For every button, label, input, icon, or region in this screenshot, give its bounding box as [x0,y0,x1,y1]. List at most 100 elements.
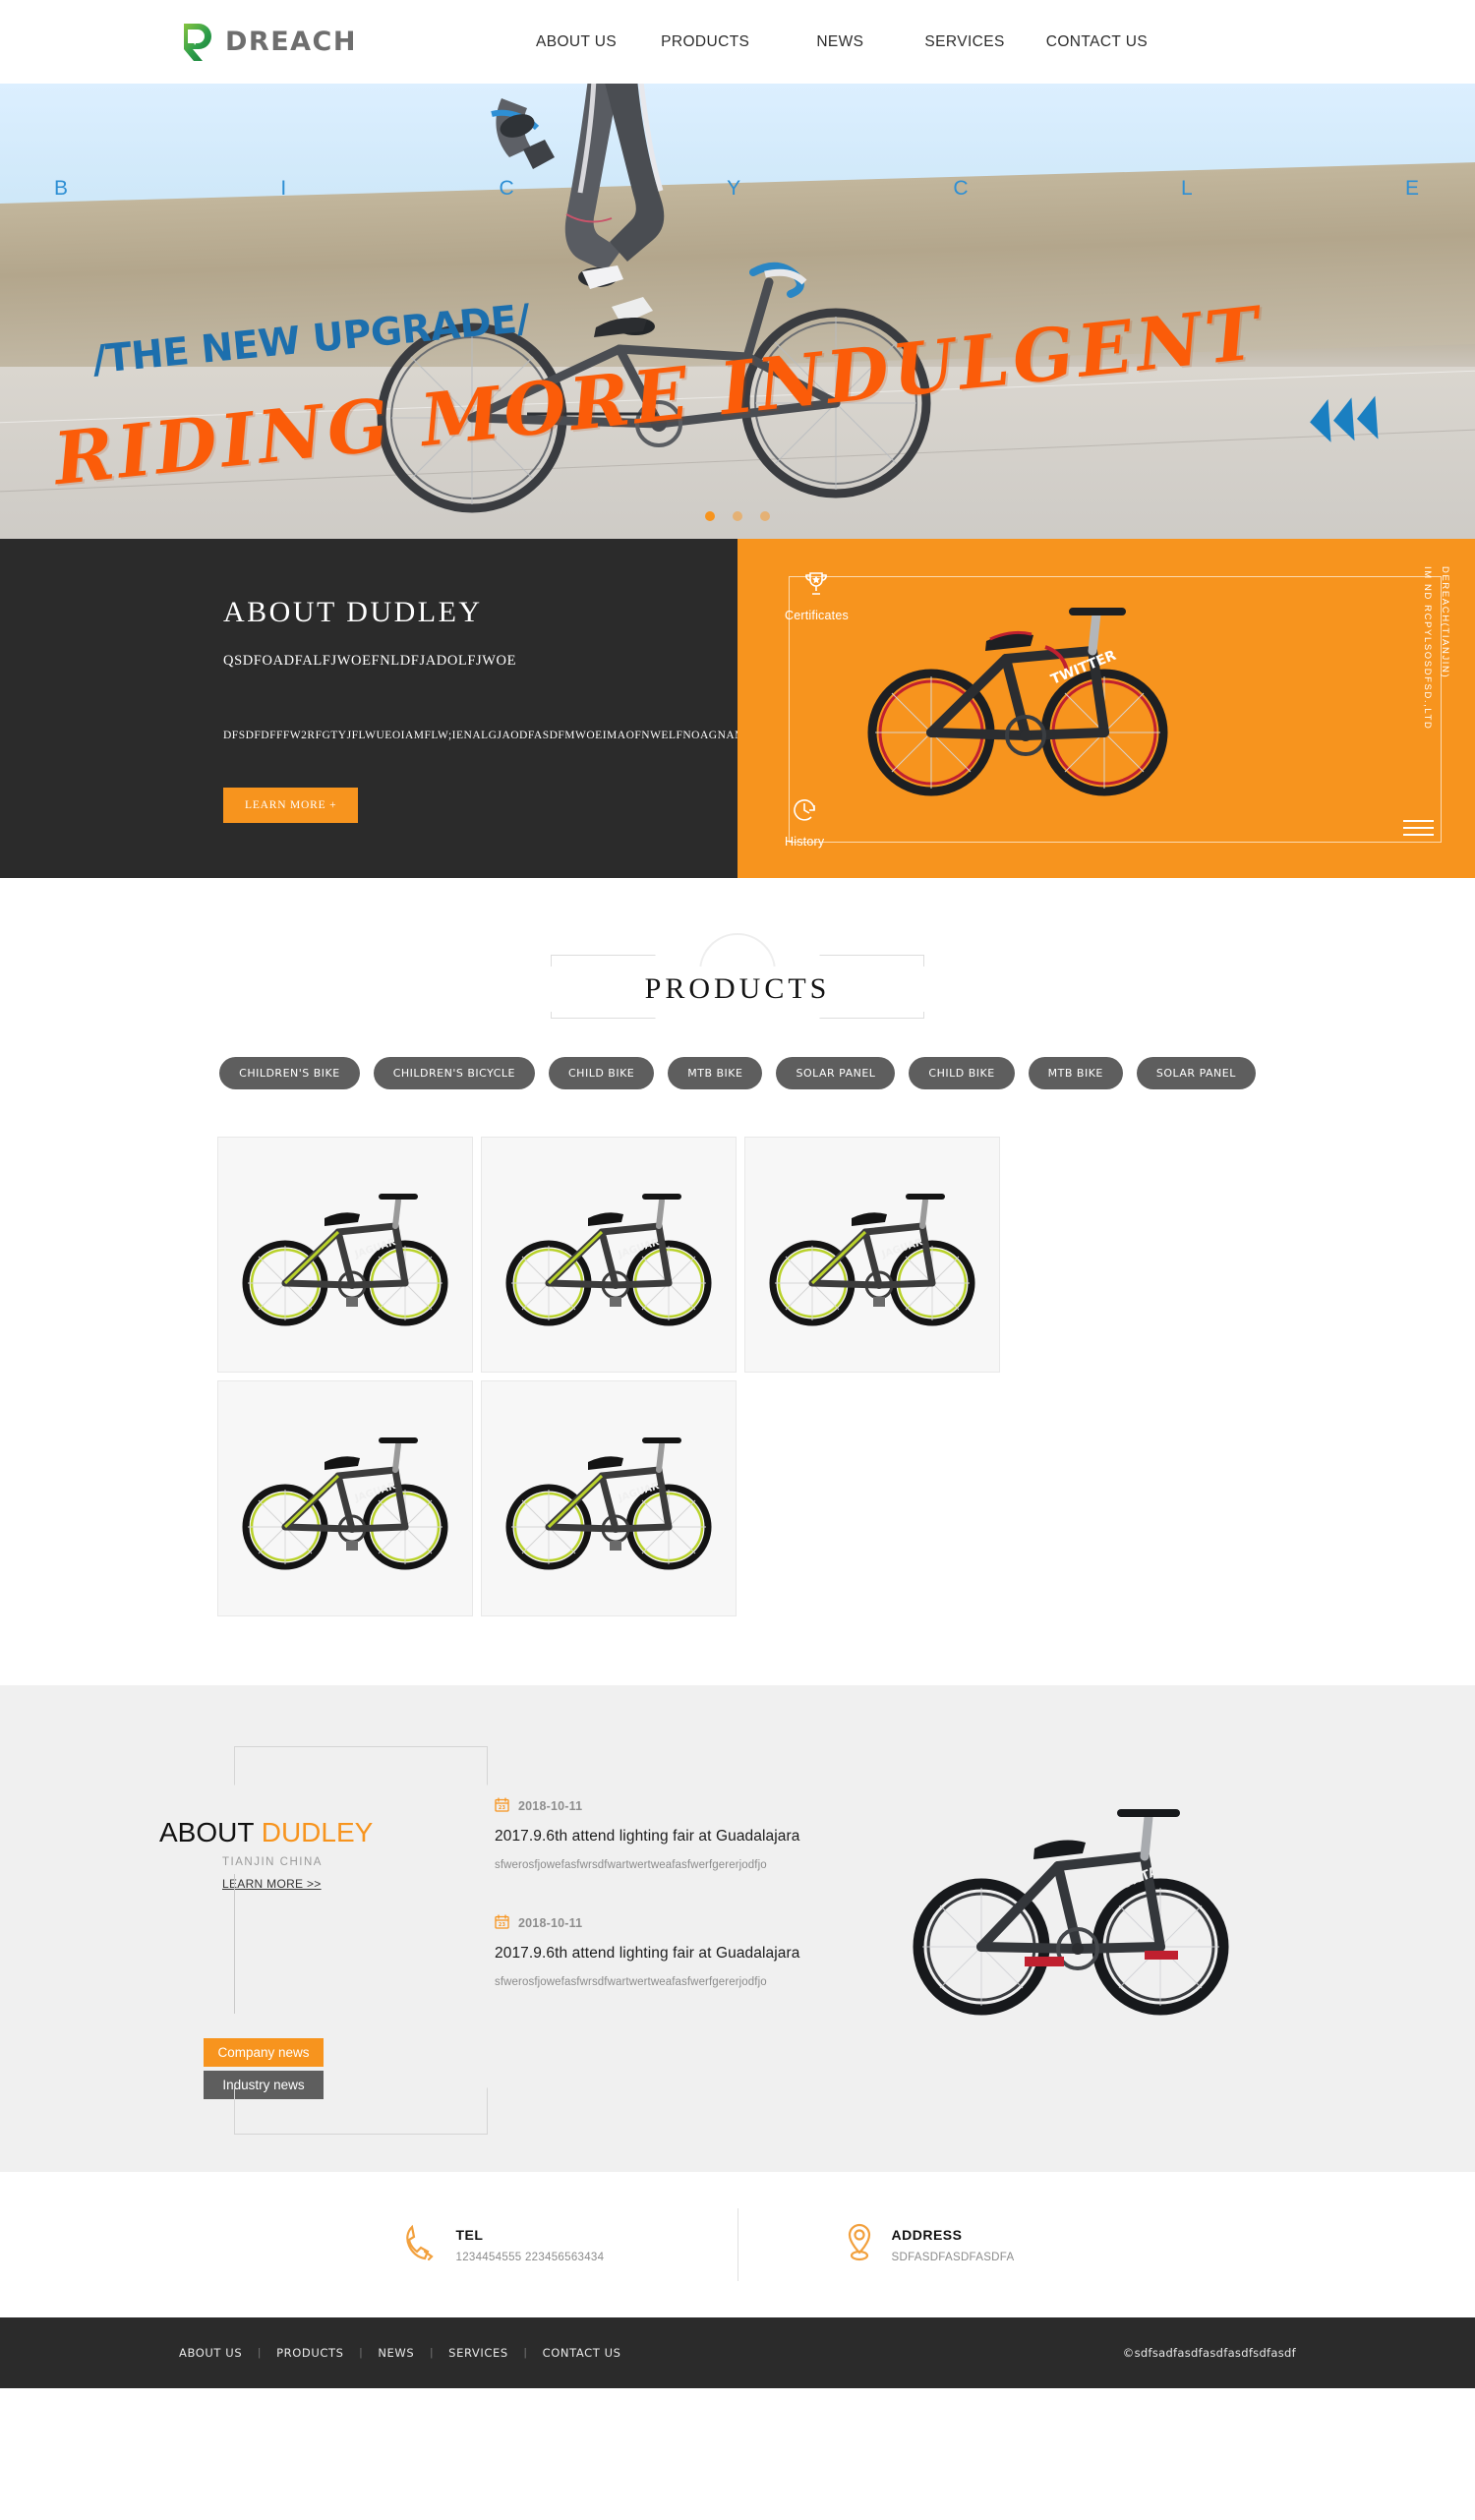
contact-bar: TEL 1234454555 223456563434 ADDRESS SDFA… [0,2172,1475,2317]
site-header: DREACH ABOUT US PRODUCTS NEWS SERVICES C… [0,0,1475,84]
product-card[interactable]: JAGUAR [744,1137,1000,1373]
news-decor-rule [234,1874,235,2014]
footer-nav-products[interactable]: PRODUCTS [276,2346,343,2360]
news-date-text: 2018-10-11 [518,1916,583,1930]
contact-address-label: ADDRESS [891,2226,963,2243]
hero-letter: B [54,177,71,200]
news-image-column: MOUNTAIN [883,1746,1259,2103]
company-vertical-text: DEREACH(TIANJIN) IM ND RCPYLSOSDFSD.,LTD [1418,566,1453,730]
footer-nav-news[interactable]: NEWS [378,2346,414,2360]
news-headline: 2017.9.6th attend lighting fair at Guada… [495,1945,800,1962]
carousel-dots [0,511,1475,521]
footer-separator: | [359,2347,363,2359]
news-list-item[interactable]: 23 2018-10-11 2017.9.6th attend lighting… [495,1797,883,1871]
product-card[interactable]: JAGUAR [217,1137,473,1373]
carousel-dot-2[interactable] [733,511,742,521]
hero-letter: I [280,177,289,200]
about-right-panel: TWITTER Certificates History DEREACH(TIA… [738,539,1475,878]
clock-history-icon [785,796,824,824]
contact-tel-label: TEL [455,2226,484,2243]
location-pin-icon [845,2222,874,2268]
logo-text: DREACH [225,27,357,57]
bicycle-icon: JAGUAR [242,1437,447,1570]
news-section: ABOUT DUDLEY TIANJIN CHINA LEARN MORE >>… [0,1685,1475,2172]
nav-item-services[interactable]: SERVICES [924,28,1004,57]
news-decor-frame [234,1746,488,2135]
category-pill-2[interactable]: CHILDREN'S BICYCLE [373,1057,535,1089]
feature-certificates[interactable]: Certificates [785,570,849,624]
product-category-filters: CHILDREN'S BIKE CHILDREN'S BICYCLE CHILD… [0,1057,1475,1089]
hero-letter: L [1180,177,1195,200]
category-pill-1[interactable]: CHILDREN'S BIKE [219,1057,360,1089]
hero-banner: B I C Y C L E /THE NEW UPGRADE/ RIDING M… [0,84,1475,539]
product-card[interactable]: JAGUAR [217,1380,473,1616]
company-vertical-line-2: IM ND RCPYLSOSDFSD.,LTD [1421,566,1433,731]
carousel-dot-3[interactable] [760,511,770,521]
news-left-column: ABOUT DUDLEY TIANJIN CHINA LEARN MORE >>… [159,1746,488,2135]
product-card[interactable]: JAGUAR [481,1380,737,1616]
news-date-text: 2018-10-11 [518,1799,583,1813]
footer-separator: | [258,2347,262,2359]
news-description: sfwerosfjowefasfwrsdfwartwertweafasfwerf… [495,1976,767,1988]
svg-text:23: 23 [499,1805,506,1811]
logo[interactable]: DREACH [179,22,357,63]
feature-history-label: History [785,835,825,849]
category-pill-8[interactable]: SOLAR PANEL [1136,1057,1256,1089]
category-pill-5[interactable]: SOLAR PANEL [776,1057,896,1089]
calendar-icon: 23 [495,1797,509,1815]
about-section: ABOUT DUDLEY QSDFOADFALFJWOEFNLDFJADOLFJ… [0,539,1475,878]
news-description: sfwerosfjowefasfwrsdfwartwertweafasfwerf… [495,1859,767,1871]
company-vertical-line-1: DEREACH(TIANJIN) [1440,566,1450,679]
feature-certificates-label: Certificates [785,609,849,622]
footer-navigation: ABOUT US | PRODUCTS | NEWS | SERVICES | … [179,2346,621,2360]
main-navigation: ABOUT US PRODUCTS NEWS SERVICES CONTACT … [536,28,1148,57]
about-subtitle: QSDFOADFALFJWOEFNLDFJADOLFJWOE [223,653,517,669]
nav-item-news[interactable]: NEWS [816,28,863,57]
footer-nav-services[interactable]: SERVICES [448,2346,508,2360]
nav-item-products[interactable]: PRODUCTS [661,28,749,57]
calendar-icon: 23 [495,1914,509,1932]
footer-nav-about-us[interactable]: ABOUT US [179,2346,242,2360]
dreach-r-logo-icon [179,22,216,63]
nav-item-contact-us[interactable]: CONTACT US [1046,28,1148,57]
footer-separator: | [430,2347,434,2359]
news-date-row: 23 2018-10-11 [495,1797,883,1815]
news-list: 23 2018-10-11 2017.9.6th attend lighting… [495,1746,883,2103]
bicycle-icon: JAGUAR [505,1194,711,1326]
contact-address-value: SDFASDFASDFASDFA [891,2251,1015,2263]
hamburger-icon[interactable] [1403,820,1434,841]
footer-separator: | [523,2347,527,2359]
footer-nav-contact-us[interactable]: CONTACT US [543,2346,621,2360]
mountain-bike-photo: TWITTER [867,608,1168,796]
svg-text:23: 23 [499,1922,506,1928]
news-list-item[interactable]: 23 2018-10-11 2017.9.6th attend lighting… [495,1914,883,1988]
product-grid: JAGUAR JAGUAR JAGUAR JAGUAR JAGUAR [217,1137,1258,1616]
products-section: PRODUCTS CHILDREN'S BIKE CHILDREN'S BICY… [0,878,1475,1616]
category-pill-7[interactable]: MTB BIKE [1028,1057,1123,1089]
contact-address: ADDRESS SDFASDFASDFASDFA [738,2222,1073,2268]
carousel-dot-1[interactable] [705,511,715,521]
hero-letter: E [1404,177,1421,200]
product-card[interactable]: JAGUAR [481,1137,737,1373]
trophy-icon [785,570,849,598]
mountain-bike-dark-photo: MOUNTAIN [913,1809,1229,2016]
about-left-panel: ABOUT DUDLEY QSDFOADFALFJWOEFNLDFJADOLFJ… [0,539,822,878]
products-title: PRODUCTS [551,967,924,1012]
site-footer: ABOUT US | PRODUCTS | NEWS | SERVICES | … [0,2317,1475,2388]
contact-tel-value: 1234454555 223456563434 [455,2251,605,2263]
about-body-text: DFSDFDFFFW2RFGTYJFLWUEOIAMFLW;IENALGJAOD… [223,730,822,741]
category-pill-6[interactable]: CHILD BIKE [909,1057,1015,1089]
category-pill-3[interactable]: CHILD BIKE [549,1057,655,1089]
category-pill-4[interactable]: MTB BIKE [668,1057,763,1089]
feature-history[interactable]: History [785,796,824,850]
bicycle-icon: JAGUAR [505,1437,711,1570]
about-learn-more-button[interactable]: LEARN MORE + [223,787,359,823]
footer-copyright: ©sdfsadfasdfasdfasdfsdfasdf [1122,2346,1296,2360]
products-heading-block: PRODUCTS [551,933,924,1039]
news-headline: 2017.9.6th attend lighting fair at Guada… [495,1828,800,1845]
nav-item-about-us[interactable]: ABOUT US [536,28,617,57]
bicycle-icon: JAGUAR [769,1194,974,1326]
hero-letter: C [953,177,971,200]
chevron-left-icon[interactable] [1308,395,1379,444]
news-date-row: 23 2018-10-11 [495,1914,883,1932]
